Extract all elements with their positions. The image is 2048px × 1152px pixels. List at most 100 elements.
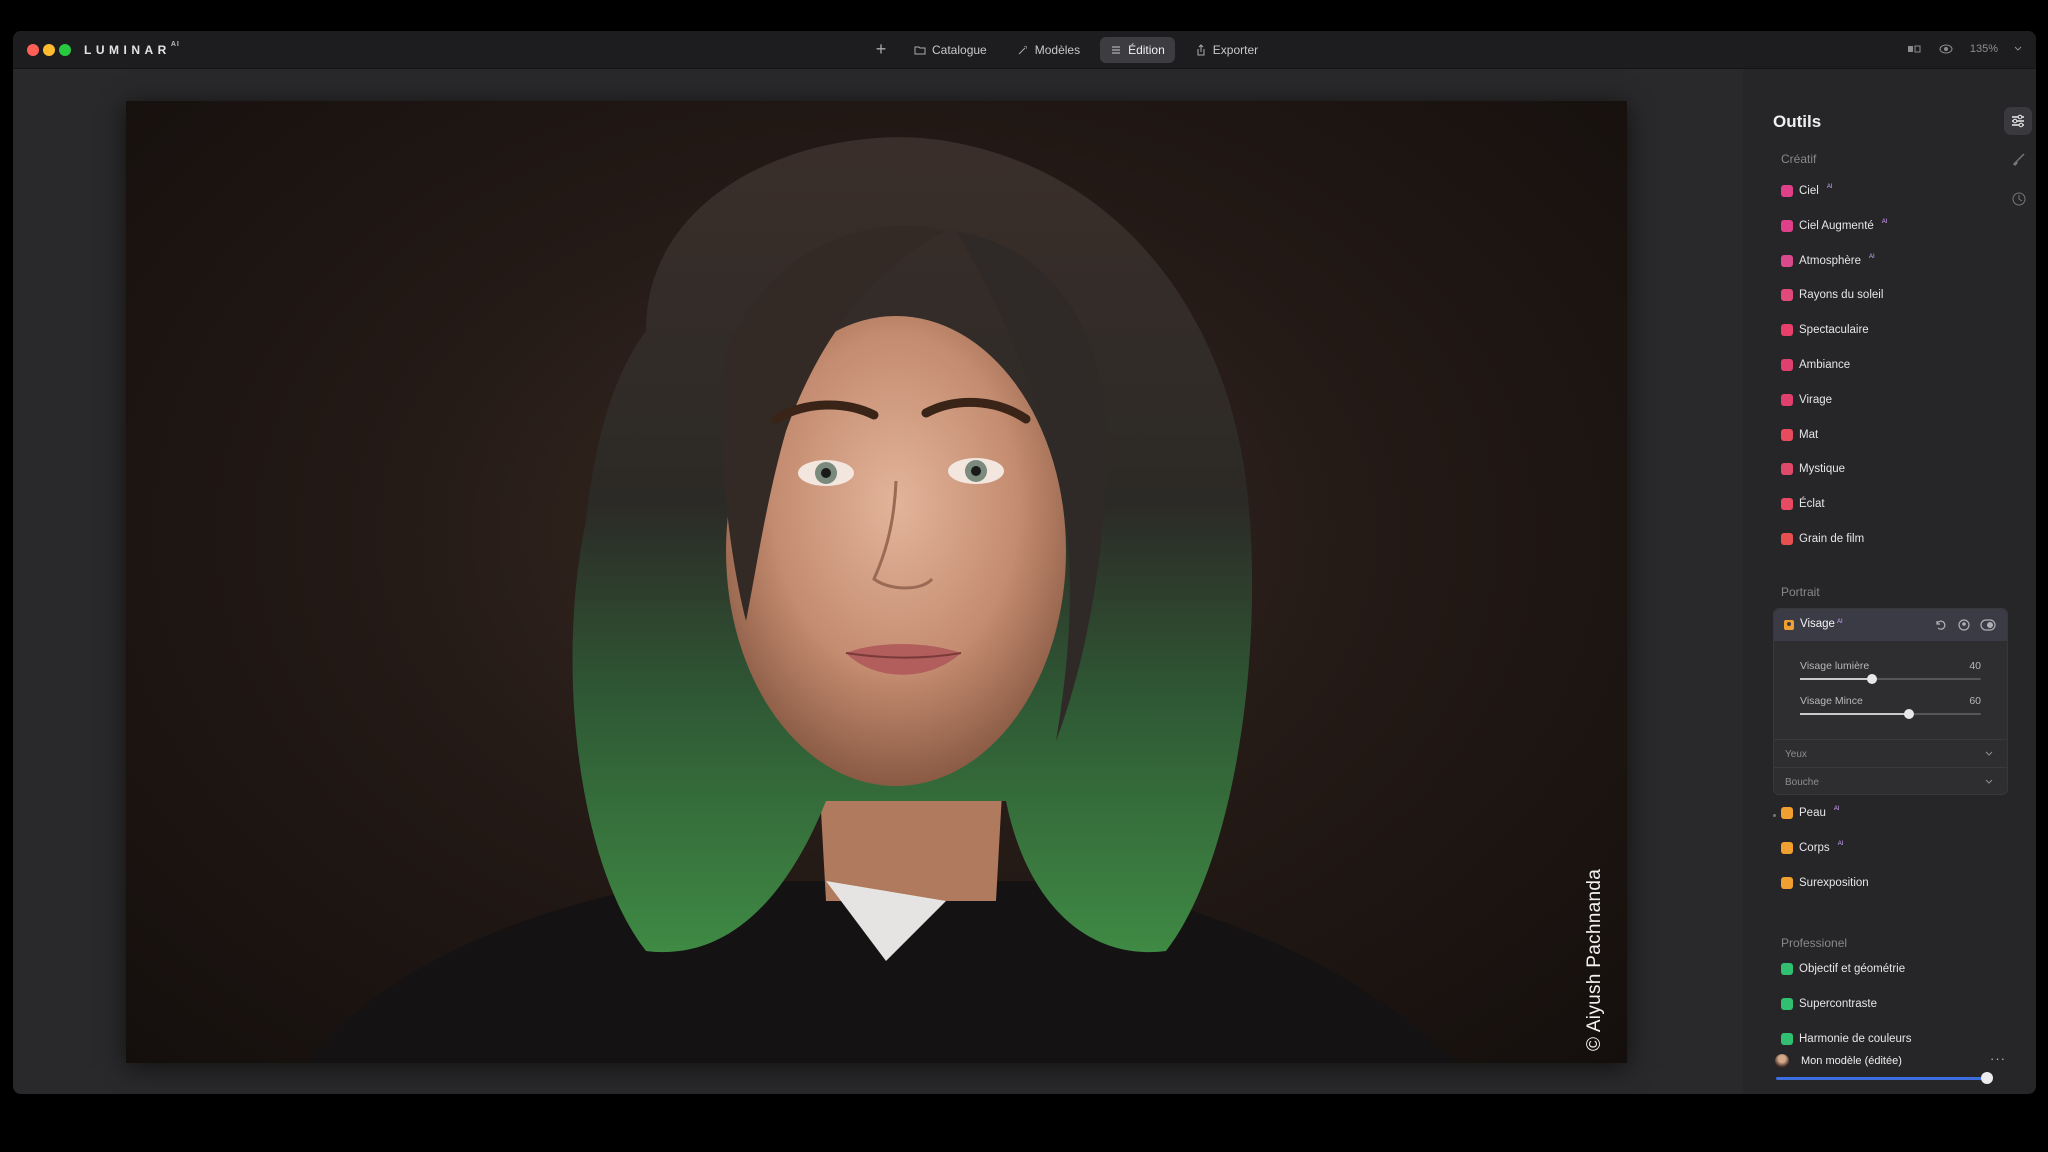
add-button[interactable]: + (868, 37, 894, 63)
zoom-level[interactable]: 135% (1970, 43, 1998, 55)
slider-visage-mince[interactable] (1800, 709, 1981, 719)
tool-peau[interactable]: Peau AI (1781, 805, 1840, 821)
preview-eye-icon[interactable] (1938, 41, 1954, 57)
tool-harmonie-de-couleurs[interactable]: Harmonie de couleurs (1781, 1031, 1912, 1047)
tools-sidebar: Outils Créatif Ciel AI Ciel Augmenté AI Atmo… (1743, 69, 2036, 1094)
ai-badge: AI (1869, 253, 1875, 260)
ai-badge: AI (1826, 184, 1833, 190)
visage-panel: Visage AI Visage lumière 40 Visage Mince … (1773, 608, 2008, 795)
section-professionel: Professionel (1781, 936, 1848, 950)
tab-catalogue-label: Catalogue (932, 43, 987, 57)
chevron-down-icon (1985, 779, 1993, 784)
close-window-button[interactable] (27, 44, 39, 56)
reset-icon[interactable] (1934, 618, 1948, 632)
toggle-visibility-icon[interactable] (1980, 618, 1996, 632)
history-clock-icon[interactable] (2011, 191, 2027, 207)
tab-modeles-label: Modèles (1034, 43, 1081, 57)
tool-objectif-et-geometrie[interactable]: Objectif et géométrie (1781, 961, 1905, 977)
sliders-icon (1112, 46, 1121, 54)
tool-spectaculaire[interactable]: Spectaculaire (1781, 322, 1869, 338)
portrait-photo[interactable]: © Aiyush Pachnanda (126, 101, 1627, 1063)
tool-label: Ciel (1799, 185, 1819, 197)
tool-corps[interactable]: Corps AI (1781, 840, 1843, 856)
supercontraste-icon (1781, 997, 1793, 1010)
app-logo: LUMINARAI (84, 41, 180, 57)
tab-modeles[interactable]: Modèles (1007, 37, 1090, 63)
tab-exporter[interactable]: Exporter (1185, 37, 1268, 63)
corps-icon (1781, 841, 1793, 854)
zoom-window-button[interactable] (59, 44, 71, 56)
subsection-yeux-label: Yeux (1785, 749, 1807, 760)
tool-grain-de-film[interactable]: Grain de film (1781, 531, 1864, 547)
brush-icon[interactable] (2011, 151, 2027, 167)
peau-icon (1781, 807, 1793, 819)
active-indicator-dot (1773, 814, 1776, 817)
slider-knob[interactable] (1867, 674, 1878, 684)
tool-atmosphere[interactable]: Atmosphère AI (1781, 253, 1875, 269)
tool-label: Mat (1799, 428, 1819, 441)
tool-mystique[interactable]: Mystique (1781, 461, 1845, 477)
mask-icon[interactable] (1957, 618, 1971, 632)
mystique-icon (1781, 463, 1793, 476)
section-portrait: Portrait (1781, 585, 1820, 599)
tool-label: Objectif et géométrie (1799, 963, 1906, 975)
sidebar-title: Outils (1773, 112, 1822, 131)
chevron-down-icon (2014, 46, 2022, 51)
spectaculaire-icon (1781, 324, 1793, 337)
tool-ciel[interactable]: Ciel AI (1781, 183, 1832, 199)
tool-label: Éclat (1799, 498, 1825, 511)
model-row[interactable]: Mon modèle (éditée) ··· (1773, 1051, 2018, 1094)
tool-ciel-augmente[interactable]: Ciel Augmenté AI (1781, 218, 1887, 234)
tab-catalogue[interactable]: Catalogue (904, 37, 997, 63)
wand-icon (1018, 46, 1027, 55)
eclat-icon (1781, 498, 1793, 511)
ai-badge: AI (1881, 218, 1888, 225)
model-amount-slider[interactable] (1776, 1077, 1988, 1080)
tool-surexposition[interactable]: Surexposition (1781, 875, 1869, 891)
tool-label: Ambiance (1799, 359, 1851, 371)
folder-icon (914, 46, 926, 55)
visage-panel-header[interactable]: Visage AI (1774, 609, 2007, 641)
tool-label: Harmonie de couleurs (1799, 1032, 1912, 1045)
tool-label: Supercontraste (1799, 997, 1877, 1010)
share-icon (1197, 44, 1205, 56)
tool-mat[interactable]: Mat (1781, 427, 1818, 443)
tool-virage[interactable]: Virage (1781, 392, 1832, 408)
tool-eclat[interactable]: Éclat (1781, 496, 1825, 512)
model-label: Mon modèle (éditée) (1801, 1055, 1902, 1067)
more-options-button[interactable]: ··· (1990, 1051, 2006, 1066)
model-amount-knob[interactable] (1981, 1072, 1993, 1084)
slider-knob[interactable] (1903, 709, 1914, 719)
ciel-icon (1781, 185, 1793, 197)
slider-fill (1800, 678, 1873, 680)
grain-de-film-icon (1781, 533, 1793, 545)
tab-exporter-label: Exporter (1212, 43, 1259, 57)
avatar (1775, 1054, 1789, 1068)
slider-label-visage-lumiere: Visage lumière (1800, 660, 1870, 672)
tool-label: Virage (1799, 393, 1833, 406)
tool-rayons-du-soleil[interactable]: Rayons du soleil (1781, 287, 1883, 303)
tab-edition[interactable]: Édition (1100, 37, 1175, 63)
slider-visage-lumiere[interactable] (1800, 674, 1981, 684)
tools-panel-button[interactable] (2004, 107, 2032, 135)
tool-label: Ciel Augmenté (1799, 219, 1874, 232)
ciel-augmente-icon (1781, 219, 1793, 232)
slider-value-visage-lumiere: 40 (1969, 660, 1981, 672)
tool-supercontraste[interactable]: Supercontraste (1781, 996, 1877, 1012)
subsection-yeux[interactable]: Yeux (1774, 739, 2007, 767)
surexposition-icon (1781, 876, 1793, 889)
app-window: LUMINARAI + Catalogue Modèles Édition Ex… (13, 31, 2036, 1094)
rayons-du-soleil-icon (1781, 289, 1793, 302)
portrait-illustration (306, 137, 1456, 1063)
chevron-down-icon (1985, 751, 1993, 756)
harmonie-de-couleurs-icon (1781, 1032, 1793, 1045)
minimize-window-button[interactable] (43, 44, 55, 56)
title-bar: LUMINARAI + Catalogue Modèles Édition Ex… (13, 31, 2036, 69)
photo-watermark: © Aiyush Pachnanda (1584, 868, 1605, 1051)
compare-icon[interactable] (1906, 41, 1922, 57)
tab-edition-label: Édition (1128, 43, 1165, 57)
subsection-bouche[interactable]: Bouche (1774, 767, 2007, 795)
canvas-area: © Aiyush Pachnanda (13, 69, 1743, 1094)
tool-ambiance[interactable]: Ambiance (1781, 357, 1850, 373)
subsection-bouche-label: Bouche (1785, 777, 1819, 788)
